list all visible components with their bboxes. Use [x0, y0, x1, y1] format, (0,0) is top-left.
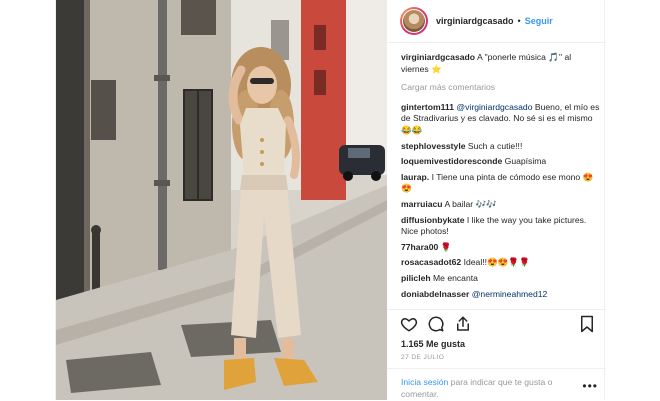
comment-item: laurap. I Tiene una pinta de cómodo ese … — [401, 172, 601, 195]
comment-username[interactable]: rosacasadot62 — [401, 257, 461, 267]
avatar-image — [403, 10, 425, 32]
more-options-icon[interactable]: ••• — [582, 379, 598, 393]
comment-text: Me encanta — [433, 272, 478, 283]
post-side-panel: virginiardgcasado • Seguir virginiardgca… — [387, 0, 606, 400]
comment-username[interactable]: marruiacu — [401, 199, 443, 209]
comment-text: Guapísima — [504, 156, 547, 167]
post-date: 27 DE JULIO — [401, 354, 445, 361]
comment-item: doniabdelnasser @nermineahmed12 — [401, 289, 601, 301]
comment-username[interactable]: doniabdelnasser — [401, 289, 469, 299]
post-caption: virginiardgcasado A "ponerle música 🎵" a… — [401, 52, 601, 75]
comment-mention[interactable]: @nermineahmed12 — [472, 289, 548, 299]
comment-item: rosacasadot62 Ideal!!😍😍🌹🌹 — [401, 257, 601, 269]
likes-count[interactable]: 1.165 Me gusta — [401, 339, 465, 349]
comment-text: A bailar 🎶🎶 — [444, 198, 497, 209]
comment-username[interactable]: loquemivestidoresconde — [401, 156, 502, 166]
comment-item: loquemivestidoresconde Guapísima — [401, 156, 601, 168]
comment-username[interactable]: diffusionbykate — [401, 215, 465, 225]
login-prompt: Inicia sesión para indicar que te gusta … — [387, 368, 606, 401]
street-scene-image — [56, 0, 387, 400]
comment-item: diffusionbykate I like the way you take … — [401, 215, 601, 238]
comment-container: gintertom111 @virginiardgcasado Bueno, e… — [401, 102, 601, 300]
comment-icon[interactable] — [427, 315, 445, 338]
comment-text: Ideal!!😍😍🌹🌹 — [463, 257, 530, 268]
comment-text: 🌹 — [440, 241, 452, 252]
caption-username[interactable]: virginiardgcasado — [401, 52, 475, 62]
follow-button[interactable]: Seguir — [525, 16, 553, 26]
comment-item: marruiacu A bailar 🎶🎶 — [401, 199, 601, 211]
header-username[interactable]: virginiardgcasado — [436, 16, 514, 26]
comment-mention[interactable]: @virginiardgcasado — [456, 102, 532, 112]
comment-text: I Tiene una pinta de cómodo ese mono 😍😍 — [401, 171, 594, 194]
comments-list[interactable]: virginiardgcasado A "ponerle música 🎵" a… — [401, 52, 601, 310]
avatar[interactable] — [400, 7, 428, 35]
post-photo[interactable]: ❯ — [56, 0, 387, 400]
load-more-comments-button[interactable]: Cargar más comentarios — [401, 82, 601, 94]
action-bar — [387, 309, 606, 338]
header-separator: • — [517, 16, 521, 26]
comment-item: 77hara00 🌹 — [401, 242, 601, 254]
comment-username[interactable]: gintertom111 — [401, 102, 454, 112]
instagram-post: ❯ virginiardgcasado • Seguir virginiardg… — [55, 0, 606, 400]
heart-icon[interactable] — [400, 315, 418, 338]
comment-username[interactable]: pilicleh — [401, 273, 431, 283]
comment-item: pilicleh Me encanta — [401, 273, 601, 285]
comment-username[interactable]: stephlovesstyle — [401, 141, 465, 151]
comment-text: Such a cutie!!! — [467, 140, 523, 151]
comment-username[interactable]: laurap. — [401, 172, 429, 182]
bookmark-icon[interactable] — [579, 315, 595, 338]
comment-item: stephlovesstyle Such a cutie!!! — [401, 141, 601, 153]
post-header: virginiardgcasado • Seguir — [387, 0, 606, 43]
share-icon[interactable] — [454, 315, 472, 338]
comment-item: gintertom111 @virginiardgcasado Bueno, e… — [401, 102, 601, 137]
comment-username[interactable]: 77hara00 — [401, 242, 438, 252]
login-link[interactable]: Inicia sesión — [401, 377, 448, 387]
